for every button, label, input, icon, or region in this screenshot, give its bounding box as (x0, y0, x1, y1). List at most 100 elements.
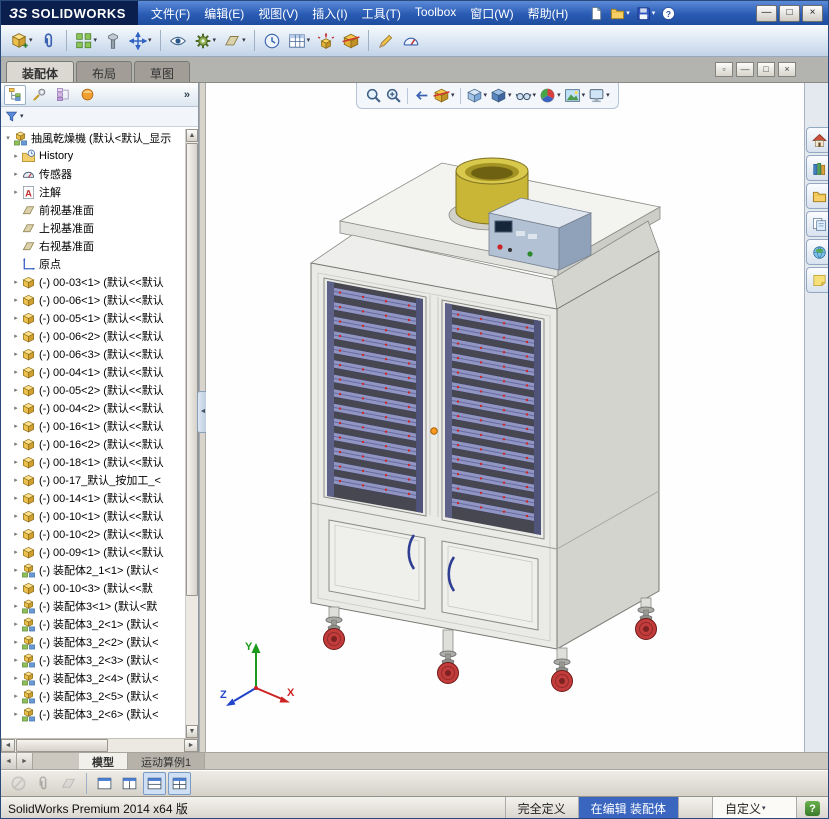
dropdown-arrow-icon[interactable]: ▾ (582, 92, 586, 99)
dropdown-arrow-icon[interactable]: ▾ (307, 37, 311, 44)
tree-item[interactable]: ▸ (-) 装配体2_1<1> (默认< (1, 561, 184, 579)
tab-assembly[interactable]: 装配体 (6, 61, 75, 82)
menu-help[interactable]: 帮助(H) (521, 1, 576, 26)
view-orientation-button[interactable]: ▾ (465, 86, 489, 105)
tree-item[interactable]: ▸ (-) 00-16<2> (默认<<默认 (1, 435, 184, 453)
expander-icon[interactable]: ▸ (11, 170, 21, 178)
expander-icon[interactable]: ▸ (11, 476, 21, 484)
dropdown-arrow-icon[interactable]: ▾ (557, 92, 561, 99)
expander-icon[interactable]: ▸ (11, 188, 21, 196)
minimize-document-button[interactable]: — (736, 62, 754, 77)
menu-view[interactable]: 视图(V) (251, 1, 305, 26)
tree-item[interactable]: ▸ (-) 00-06<1> (默认<<默认 (1, 291, 184, 309)
menu-file[interactable]: 文件(F) (144, 1, 197, 26)
tree-item[interactable]: 前视基准面 (1, 201, 184, 219)
tab-model[interactable]: 模型 (79, 753, 128, 770)
tree-item[interactable]: ▸ (-) 装配体3_2<2> (默认< (1, 633, 184, 651)
custom-properties-button[interactable] (806, 267, 828, 293)
tree-item[interactable]: 右视基准面 (1, 237, 184, 255)
maximize-window-button[interactable]: □ (779, 4, 800, 22)
expander-icon[interactable]: ▸ (11, 422, 21, 430)
tree-item[interactable]: 上视基准面 (1, 219, 184, 237)
motion-scroll-left-button[interactable]: ◄ (1, 753, 17, 770)
dropdown-arrow-icon[interactable]: ▾ (508, 92, 512, 99)
dropdown-arrow-icon[interactable]: ▾ (606, 92, 610, 99)
expander-icon[interactable]: ▸ (11, 512, 21, 520)
tree-item[interactable]: ▸ (-) 00-16<1> (默认<<默认 (1, 417, 184, 435)
featuremanager-design-tree-tab[interactable] (4, 84, 26, 105)
menu-window[interactable]: 窗口(W) (463, 1, 520, 26)
expander-icon[interactable]: ▸ (11, 656, 21, 664)
tree-item[interactable]: ▸ (-) 00-17_默认_按加工_< (1, 471, 184, 489)
quick-tips-icon[interactable]: ? (805, 801, 820, 816)
new-document-button[interactable] (587, 5, 606, 22)
tree-item[interactable]: ▸ (-) 00-03<1> (默认<<默认 (1, 273, 184, 291)
menu-insert[interactable]: 插入(I) (305, 1, 354, 26)
editing-status[interactable]: 在编辑 装配体 (577, 797, 678, 818)
scroll-right-button[interactable]: ► (184, 739, 198, 752)
bill-of-materials-button[interactable]: ▾ (285, 29, 314, 53)
expander-icon[interactable]: ▸ (11, 296, 21, 304)
mate-button[interactable] (37, 29, 61, 53)
expander-icon[interactable]: ▸ (11, 674, 21, 682)
design-library-button[interactable] (806, 155, 828, 181)
tree-item[interactable]: ▸ (-) 00-14<1> (默认<<默认 (1, 489, 184, 507)
hide-show-items-button[interactable]: ▾ (514, 86, 538, 105)
expander-icon[interactable]: ▸ (11, 458, 21, 466)
expander-icon[interactable]: ▸ (11, 566, 21, 574)
show-hidden-components-button[interactable] (166, 29, 190, 53)
displaymanager-tab[interactable] (76, 85, 98, 105)
configurationmanager-tab[interactable] (52, 85, 74, 105)
graphics-area[interactable]: ▾ ▾ ▾ ▾ ▾ ▾ ▾ Y X Z (206, 83, 828, 752)
tree-item[interactable]: ▸ (-) 00-10<1> (默认<<默认 (1, 507, 184, 525)
scrollbar-thumb[interactable] (16, 739, 108, 752)
pin-commandmanager-button[interactable]: ▫ (715, 62, 733, 77)
tab-motion-study-1[interactable]: 运动算例1 (128, 753, 206, 770)
linear-component-pattern-button[interactable]: ▾ (72, 29, 101, 53)
file-explorer-button[interactable] (806, 183, 828, 209)
view-palette-button[interactable] (806, 211, 828, 237)
menu-toolbox[interactable]: Toolbox (408, 1, 463, 26)
reference-geometry-button[interactable]: ▾ (220, 29, 249, 53)
filter-faces-button[interactable] (57, 772, 80, 795)
scroll-up-button[interactable]: ▲ (186, 129, 198, 142)
tree-item[interactable]: ▸ (-) 装配体3_2<5> (默认< (1, 687, 184, 705)
expander-icon[interactable]: ▸ (11, 350, 21, 358)
exploded-view-button[interactable] (314, 29, 338, 53)
dropdown-arrow-icon[interactable]: ▾ (148, 37, 152, 44)
expander-icon[interactable]: ▸ (11, 386, 21, 394)
definition-status[interactable]: 完全定义 (504, 797, 578, 818)
expander-icon[interactable]: ▸ (11, 530, 21, 538)
instant3d-button[interactable] (374, 29, 398, 53)
dropdown-arrow-icon[interactable]: ▾ (626, 10, 630, 17)
dropdown-arrow-icon[interactable]: ▾ (29, 37, 33, 44)
expander-icon[interactable]: ▸ (11, 548, 21, 556)
section-view-button[interactable]: ▾ (432, 86, 456, 105)
tree-item[interactable]: ▸ (-) 00-09<1> (默认<<默认 (1, 543, 184, 561)
tree-vertical-scrollbar[interactable]: ▲ ▼ (185, 129, 198, 738)
edit-appearance-button[interactable]: ▾ (538, 86, 562, 105)
solidworks-resources-button[interactable] (806, 127, 828, 153)
tree-item[interactable]: ▾ 抽風乾燥機 (默认<默认_显示 (1, 129, 184, 147)
large-assembly-mode-button[interactable] (399, 29, 423, 53)
scrollbar-thumb[interactable] (186, 143, 198, 597)
help-button[interactable]: ? (659, 5, 678, 22)
tree-item[interactable]: ▸ (-) 00-18<1> (默认<<默认 (1, 453, 184, 471)
scroll-down-button[interactable]: ▼ (186, 725, 198, 738)
scroll-left-button[interactable]: ◄ (1, 739, 15, 752)
two-view-vertical-button[interactable] (143, 772, 166, 795)
four-view-button[interactable] (168, 772, 191, 795)
dropdown-arrow-icon[interactable]: ▾ (94, 37, 98, 44)
expander-icon[interactable]: ▸ (11, 494, 21, 502)
expander-icon[interactable]: ▸ (11, 332, 21, 340)
panel-splitter[interactable]: ◄ (197, 83, 209, 752)
two-view-horizontal-button[interactable] (118, 772, 141, 795)
expander-icon[interactable]: ▾ (3, 134, 13, 142)
quick-tips[interactable]: ? (796, 797, 828, 818)
tree-item[interactable]: ▸ A 注解 (1, 183, 184, 201)
tree-item[interactable]: 原点 (1, 255, 184, 273)
tree-item[interactable]: ▸ (-) 00-06<3> (默认<<默认 (1, 345, 184, 363)
dropdown-arrow-icon[interactable]: ▾ (242, 37, 246, 44)
zoom-to-fit-button[interactable] (364, 86, 383, 105)
expander-icon[interactable]: ▸ (11, 278, 21, 286)
